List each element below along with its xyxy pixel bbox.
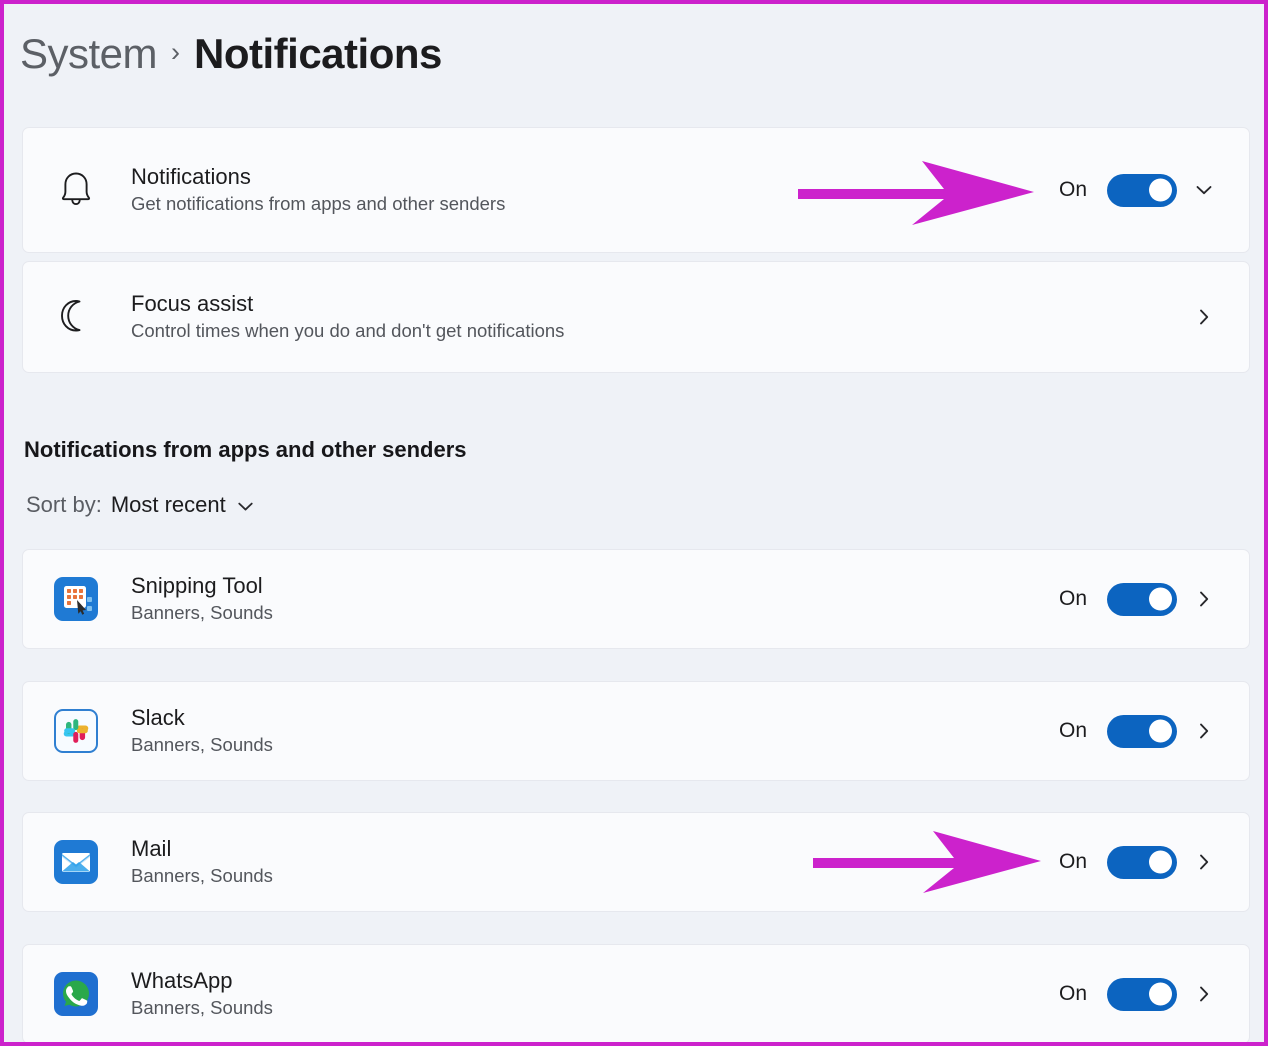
toggle-knob [1149, 719, 1172, 743]
app-state-label: On [1058, 850, 1087, 873]
app-name: Mail [131, 835, 172, 861]
app-row-snipping-tool[interactable]: Snipping Tool Banners, Sounds On [22, 549, 1250, 649]
toggle-knob [1149, 982, 1172, 1006]
app-toggle[interactable] [1107, 845, 1177, 879]
app-name: Snipping Tool [131, 572, 263, 598]
settings-page: System › Notifications Notifications Get… [4, 4, 1264, 1042]
app-subtitle: Banners, Sounds [131, 865, 273, 887]
mail-icon [49, 840, 103, 884]
focus-assist-card[interactable]: Focus assist Control times when you do a… [22, 261, 1250, 373]
breadcrumb-system-link[interactable]: System [20, 30, 158, 78]
bell-icon [49, 169, 103, 211]
chevron-right-icon[interactable] [1177, 306, 1231, 328]
app-subtitle: Banners, Sounds [131, 602, 273, 624]
notifications-master-card[interactable]: Notifications Get notifications from app… [22, 127, 1250, 253]
moon-icon [49, 296, 103, 338]
breadcrumb-separator-icon: › [171, 36, 181, 67]
app-name: WhatsApp [131, 967, 233, 993]
app-state-label: On [1058, 719, 1087, 742]
sort-by-dropdown[interactable]: Sort by: Most recent [26, 492, 256, 518]
page-title: Notifications [194, 30, 442, 77]
chevron-down-icon[interactable] [235, 493, 256, 517]
app-toggle[interactable] [1107, 714, 1177, 748]
app-state-label: On [1058, 982, 1087, 1005]
apps-section-heading: Notifications from apps and other sender… [24, 437, 467, 462]
notifications-toggle[interactable] [1107, 173, 1177, 207]
app-name: Slack [131, 704, 185, 730]
slack-icon [49, 709, 103, 753]
app-row-slack[interactable]: Slack Banners, Sounds On [22, 681, 1250, 781]
app-toggle[interactable] [1107, 977, 1177, 1011]
notifications-title: Notifications [131, 163, 251, 189]
sort-by-label: Sort by: [26, 492, 102, 517]
app-subtitle: Banners, Sounds [131, 734, 273, 756]
focus-assist-title: Focus assist [131, 290, 254, 316]
notifications-subtitle: Get notifications from apps and other se… [131, 193, 506, 215]
chevron-right-icon[interactable] [1177, 720, 1231, 742]
snipping-tool-icon [49, 577, 103, 621]
app-subtitle: Banners, Sounds [131, 997, 273, 1019]
toggle-knob [1149, 850, 1172, 874]
chevron-right-icon[interactable] [1177, 851, 1231, 873]
notifications-state-label: On [1058, 178, 1087, 201]
chevron-right-icon[interactable] [1177, 588, 1231, 610]
app-row-mail[interactable]: Mail Banners, Sounds On [22, 812, 1250, 912]
app-state-label: On [1058, 587, 1087, 610]
whatsapp-icon [49, 972, 103, 1016]
focus-assist-subtitle: Control times when you do and don't get … [131, 320, 565, 342]
app-toggle[interactable] [1107, 582, 1177, 616]
chevron-right-icon[interactable] [1177, 983, 1231, 1005]
toggle-knob [1149, 178, 1172, 202]
toggle-knob [1149, 587, 1172, 611]
breadcrumb: System › Notifications [20, 30, 442, 78]
chevron-down-icon[interactable] [1177, 179, 1231, 201]
sort-by-value: Most recent [110, 492, 226, 517]
app-row-whatsapp[interactable]: WhatsApp Banners, Sounds On [22, 944, 1250, 1042]
